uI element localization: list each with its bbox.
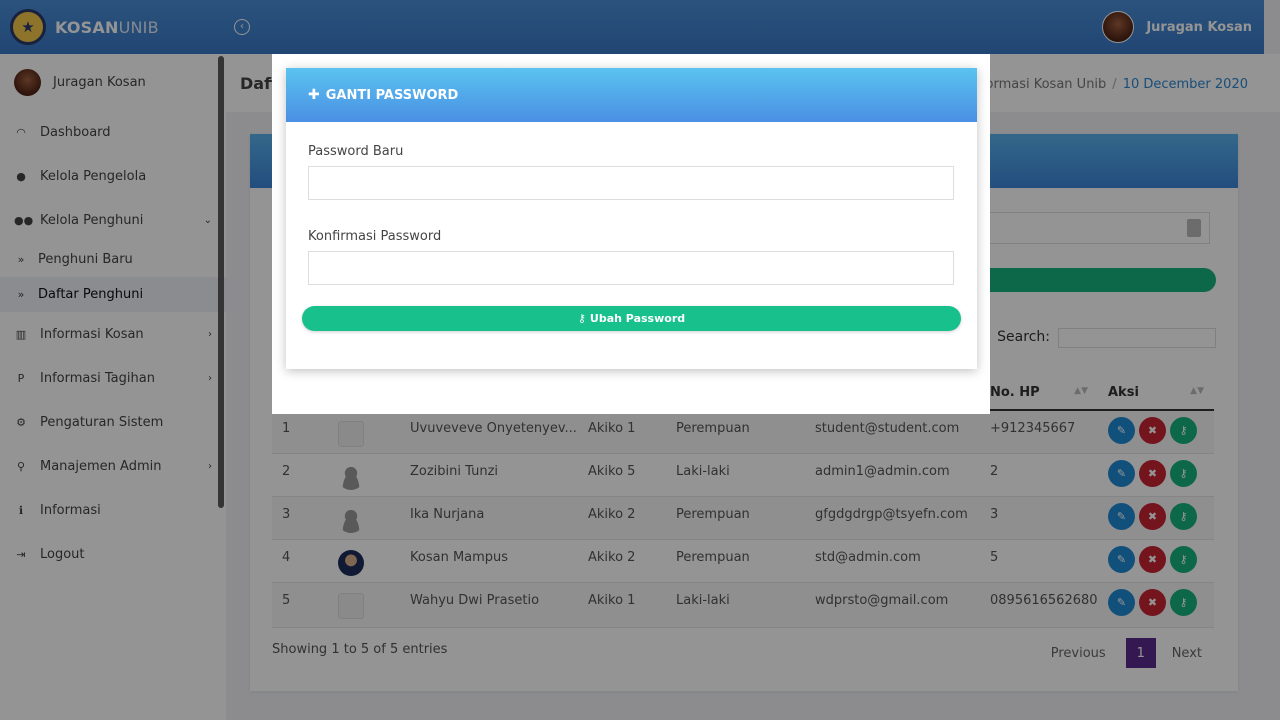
plus-icon: ✚ <box>308 87 320 103</box>
change-password-button[interactable]: ⚷ Ubah Password <box>302 306 961 331</box>
key-icon: ⚷ <box>577 312 586 325</box>
new-password-label: Password Baru <box>308 144 404 159</box>
change-password-button-label: Ubah Password <box>589 312 686 325</box>
confirm-password-input[interactable] <box>308 251 954 285</box>
confirm-password-label: Konfirmasi Password <box>308 229 442 244</box>
new-password-input[interactable] <box>308 166 954 200</box>
modal-dialog: ✚ GANTI PASSWORD Password Baru Konfirmas… <box>272 54 990 414</box>
modal-header: ✚ GANTI PASSWORD <box>286 68 977 122</box>
modal-title: GANTI PASSWORD <box>325 87 459 103</box>
modal-body: Password Baru Konfirmasi Password ⚷ Ubah… <box>286 122 977 331</box>
change-password-modal: ✚ GANTI PASSWORD Password Baru Konfirmas… <box>286 68 977 369</box>
